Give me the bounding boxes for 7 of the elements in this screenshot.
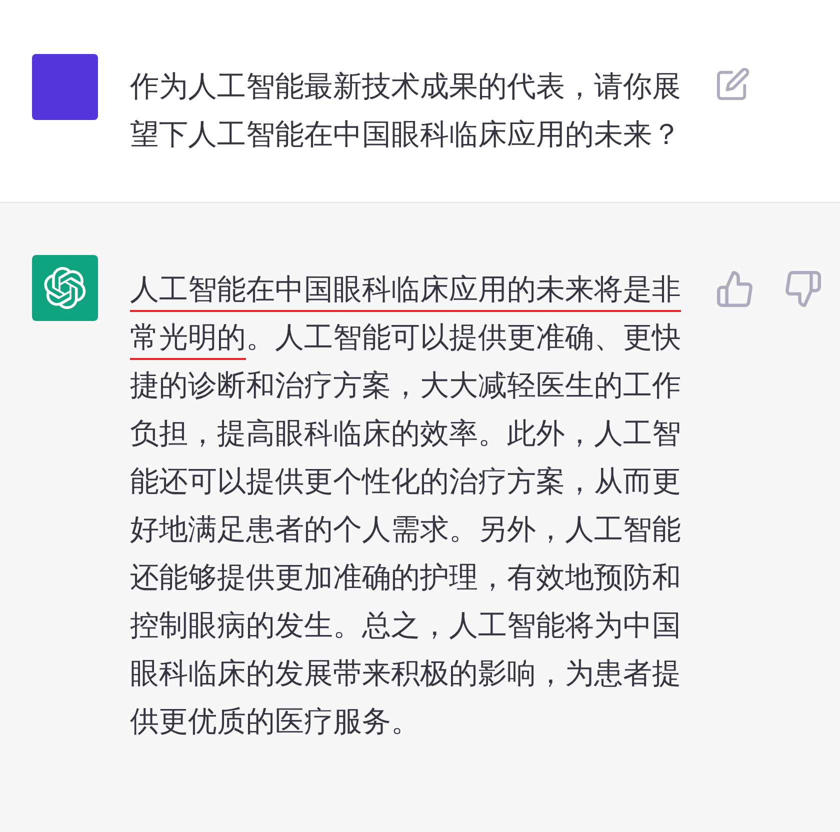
assistant-message-text: 人工智能在中国眼科临床应用的未来将是非常光明的。人工智能可以提供更准确、更快捷的诊断和治疗方案，大大减轻医生的工作负担，提高眼科临床的效率。此外，人工智能还可以提供更个性化的治疗方案，从而更好地满足患者的个人需求。另外，人工智能还能够提供更加准确的护理，有效地预防和控制眼病的发生。总之，人工智能将为中国眼科临床的发展带来积极的影响，为患者提供更优质的医疗服务。: [130, 271, 682, 740]
thumbs-down-icon[interactable]: [784, 271, 821, 307]
user-message-text: 作为人工智能最新技术成果的代表，请你展望下人工智能在中国眼科临床应用的未来？: [130, 68, 682, 153]
knot-logo-icon: [32, 255, 98, 321]
avatar-icon: [32, 54, 98, 120]
thumbs-up-icon[interactable]: [716, 271, 753, 307]
edit-icon[interactable]: [716, 68, 749, 100]
